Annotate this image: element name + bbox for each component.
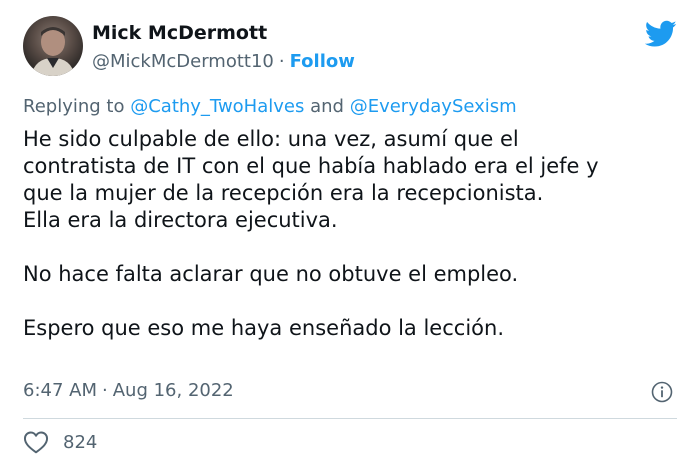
separator-dot: ·: [278, 51, 285, 72]
twitter-bird-icon[interactable]: [645, 20, 677, 48]
divider: [23, 418, 677, 419]
tweet-line: Ella era la directora ejecutiva.: [23, 208, 338, 232]
author-name[interactable]: Mick McDermott: [92, 22, 267, 44]
like-action[interactable]: 824: [23, 430, 97, 454]
tweet-timestamp[interactable]: 6:47 AM · Aug 16, 2022: [23, 380, 234, 401]
author-handle-line: @MickMcDermott10 · Follow: [92, 51, 355, 72]
tweet-line: He sido culpable de ello: una vez, asumí…: [23, 127, 519, 151]
tweet-line: que la mujer de la recepción era la rece…: [23, 181, 544, 205]
avatar[interactable]: [23, 16, 83, 76]
tweet-card: Mick McDermott @MickMcDermott10 · Follow R…: [0, 0, 700, 471]
reply-context: Replying to @Cathy_TwoHalves and @Everyd…: [23, 96, 517, 117]
tweet-date: Aug 16, 2022: [112, 380, 234, 401]
mention-link[interactable]: @Cathy_TwoHalves: [130, 96, 304, 117]
info-icon[interactable]: [651, 381, 673, 403]
tweet-line: No hace falta aclarar que no obtuve el e…: [23, 262, 519, 286]
replying-prefix: Replying to: [23, 96, 125, 117]
tweet-line: contratista de IT con el que había habla…: [23, 154, 599, 178]
separator-dot: ·: [102, 380, 108, 401]
replying-conjunction: and: [310, 96, 344, 117]
mention-link[interactable]: @EverydaySexism: [350, 96, 517, 117]
heart-icon[interactable]: [23, 430, 49, 454]
tweet-time: 6:47 AM: [23, 380, 97, 401]
tweet-text: He sido culpable de ello: una vez, asumí…: [23, 126, 683, 342]
follow-button[interactable]: Follow: [290, 51, 355, 72]
author-handle[interactable]: @MickMcDermott10: [92, 51, 274, 72]
like-count: 824: [63, 431, 98, 453]
tweet-line: Espero que eso me haya enseñado la lecci…: [23, 316, 504, 340]
